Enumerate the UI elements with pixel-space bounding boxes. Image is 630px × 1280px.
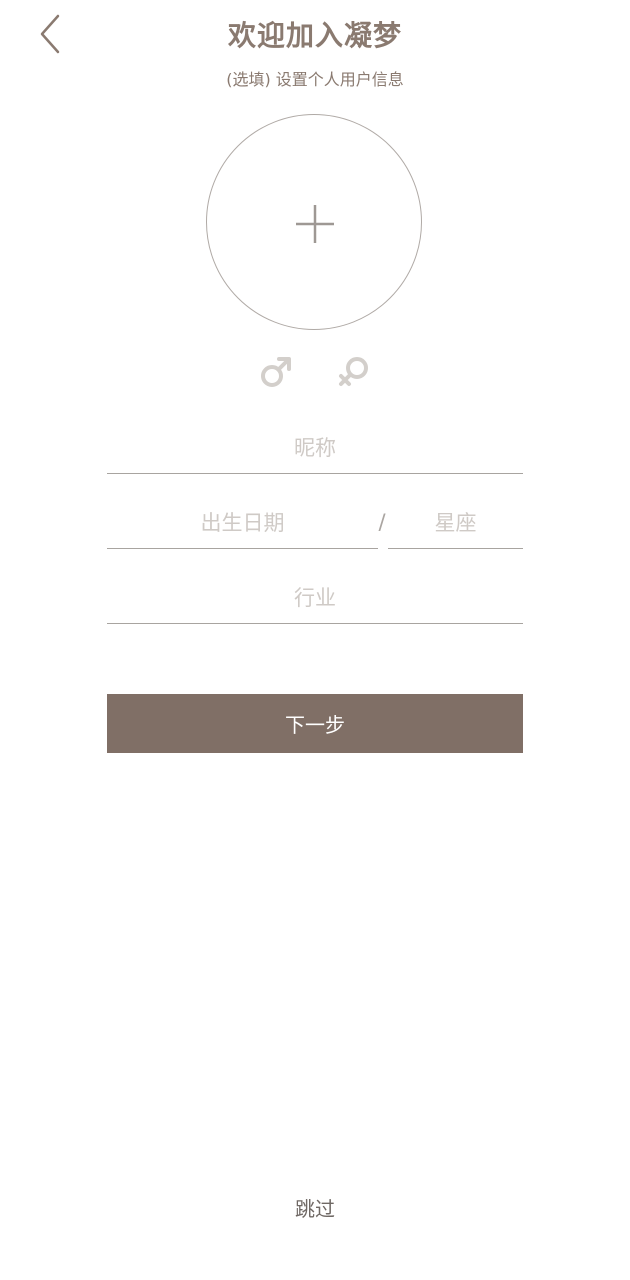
constellation-input[interactable]	[388, 497, 523, 549]
industry-input[interactable]	[107, 572, 523, 624]
gender-male-button[interactable]	[256, 352, 296, 392]
page-subtitle: (选填) 设置个人用户信息	[226, 70, 404, 89]
birthday-input[interactable]	[107, 497, 378, 549]
male-symbol-icon	[261, 357, 291, 387]
female-symbol-icon	[339, 357, 368, 386]
page-title: 欢迎加入凝梦	[227, 19, 402, 52]
plus-icon	[296, 205, 334, 243]
nickname-input[interactable]	[107, 422, 523, 474]
skip-link[interactable]: 跳过	[0, 1193, 630, 1222]
gender-female-button[interactable]	[334, 352, 374, 392]
next-button[interactable]: 下一步	[107, 694, 523, 753]
avatar-upload-button[interactable]	[206, 114, 422, 330]
